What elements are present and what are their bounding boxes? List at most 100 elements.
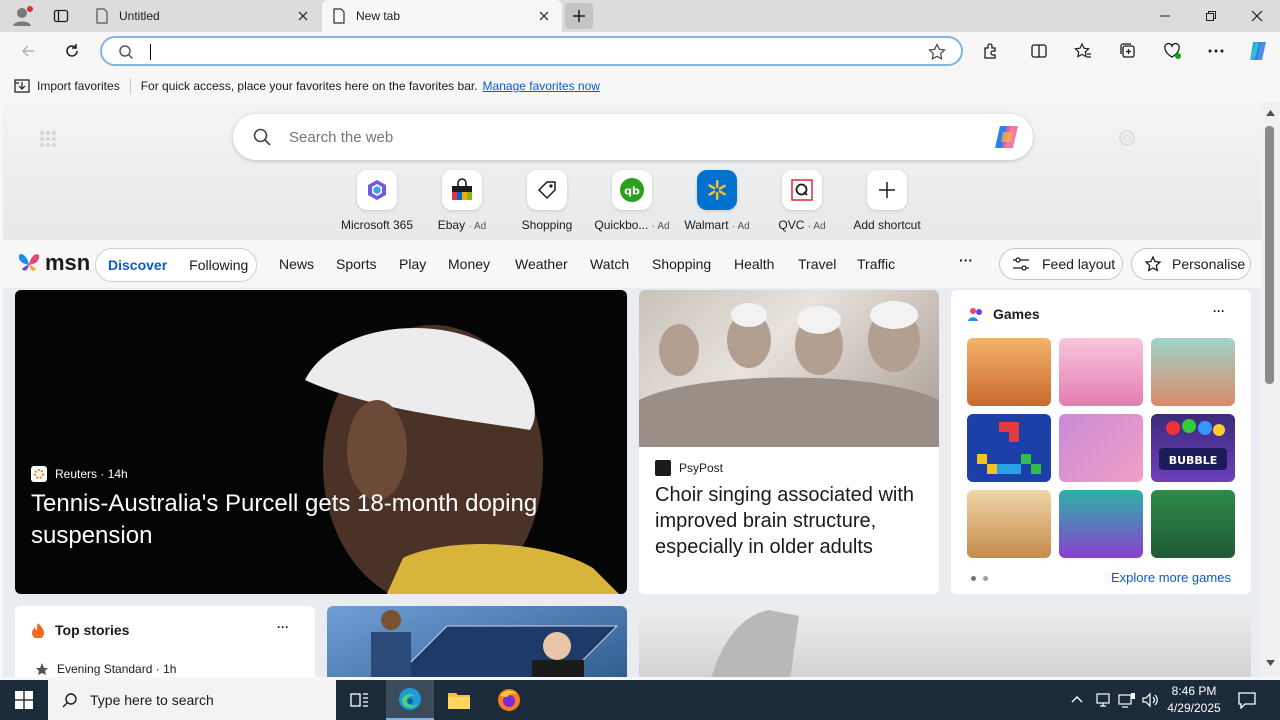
minimize-button[interactable] [1142, 0, 1188, 32]
restore-button[interactable] [1188, 0, 1234, 32]
story-title[interactable]: Tennis-Australia's Purcell gets 18-month… [31, 488, 591, 552]
firefox-icon[interactable] [485, 680, 533, 720]
game-tile[interactable]: BUBBLE [1151, 414, 1235, 482]
shortcut-qvc[interactable]: QVC · Ad [760, 170, 844, 232]
story-card-solar[interactable] [327, 606, 627, 677]
msn-wordmark: msn [45, 250, 91, 275]
settings-gear-icon[interactable] [1117, 128, 1137, 148]
web-search-box[interactable]: Search the web [233, 114, 1033, 160]
favorite-star-icon[interactable] [928, 43, 946, 61]
nav-sports[interactable]: Sports [336, 256, 376, 272]
nav-weather[interactable]: Weather [515, 256, 568, 272]
refresh-icon[interactable] [56, 35, 88, 67]
back-icon[interactable] [12, 35, 44, 67]
browser-essentials-icon[interactable] [1156, 35, 1188, 67]
task-view-icon[interactable] [336, 680, 384, 720]
import-favorites-button[interactable]: Import favorites [14, 79, 120, 93]
taskbar-search-placeholder: Type here to search [90, 692, 214, 708]
game-tile[interactable] [1151, 338, 1235, 406]
taskbar-search-box[interactable]: Type here to search [48, 680, 336, 720]
apps-launcher-icon[interactable] [39, 130, 57, 148]
shortcut-shopping[interactable]: Shopping [505, 170, 589, 232]
game-tile[interactable] [967, 490, 1051, 558]
hero-story-card[interactable]: Reuters · 14h Tennis-Australia's Purcell… [15, 290, 627, 594]
psypost-logo-icon [655, 460, 671, 476]
game-tile[interactable] [1059, 490, 1143, 558]
search-icon [118, 44, 134, 60]
game-tile[interactable] [1059, 338, 1143, 406]
tab-title: Untitled [119, 9, 160, 23]
system-clock[interactable]: 8:46 PM 4/29/2025 [1166, 683, 1222, 717]
extensions-icon[interactable] [975, 35, 1007, 67]
source-name: Evening Standard [57, 662, 153, 676]
nav-play[interactable]: Play [399, 256, 426, 272]
explore-more-games-link[interactable]: Explore more games [1111, 570, 1231, 585]
shortcut-quickbooks[interactable]: qb Quickbo... · Ad [590, 170, 674, 232]
game-tile[interactable] [1151, 490, 1235, 558]
start-button[interactable] [0, 680, 48, 720]
game-tile[interactable] [1059, 414, 1143, 482]
source-name: Reuters [55, 467, 98, 481]
story-image [371, 610, 619, 677]
address-bar[interactable] [100, 36, 963, 66]
reuters-logo-icon [31, 466, 47, 482]
volume-icon[interactable] [1142, 692, 1160, 708]
collections-icon[interactable] [1112, 35, 1144, 67]
carousel-dots[interactable] [971, 576, 988, 581]
more-options-icon[interactable] [1200, 35, 1232, 67]
game-tile[interactable] [967, 338, 1051, 406]
nav-money[interactable]: Money [448, 256, 490, 272]
nav-health[interactable]: Health [734, 256, 774, 272]
ad-label: · Ad [651, 221, 670, 232]
nav-watch[interactable]: Watch [590, 256, 629, 272]
story-source: PsyPost [655, 460, 723, 476]
device-icon[interactable] [1095, 692, 1111, 708]
split-screen-icon[interactable] [1023, 35, 1055, 67]
nav-traffic[interactable]: Traffic [857, 256, 895, 272]
close-tab-icon[interactable] [295, 8, 311, 24]
notifications-icon[interactable] [1238, 691, 1256, 709]
nav-shopping[interactable]: Shopping [652, 256, 711, 272]
network-icon[interactable] [1118, 692, 1136, 708]
story-card[interactable]: PsyPost Choir singing associated with im… [639, 290, 939, 594]
games-header: Games [967, 306, 1040, 322]
following-tab[interactable]: Following [189, 257, 248, 273]
discover-tab[interactable]: Discover [108, 257, 167, 273]
tab-new-tab[interactable]: New tab [322, 0, 562, 32]
manage-favorites-link[interactable]: Manage favorites now [483, 79, 600, 93]
shortcut-microsoft-365[interactable]: Microsoft 365 [335, 170, 419, 232]
shortcut-ebay[interactable]: Ebay · Ad [420, 170, 504, 232]
tab-untitled[interactable]: Untitled [85, 0, 321, 32]
shortcut-walmart[interactable]: Walmart · Ad [675, 170, 759, 232]
story-time: · 1h [155, 662, 177, 676]
profile-icon[interactable] [8, 4, 36, 28]
copilot-icon[interactable] [1242, 35, 1274, 67]
ad-label: · Ad [807, 221, 826, 232]
favorites-icon[interactable] [1067, 35, 1099, 67]
feed-layout-button[interactable]: Feed layout [999, 248, 1123, 280]
show-hidden-icons-chevron-icon[interactable] [1070, 692, 1084, 706]
nav-travel[interactable]: Travel [798, 256, 836, 272]
add-shortcut-button[interactable]: Add shortcut [845, 170, 929, 232]
nav-news[interactable]: News [279, 256, 314, 272]
copilot-icon[interactable] [991, 122, 1023, 152]
games-more-button[interactable]: ··· [1213, 304, 1225, 318]
story-card-wide[interactable] [639, 606, 1251, 677]
personalise-button[interactable]: Personalise [1131, 248, 1251, 280]
address-input[interactable] [148, 42, 908, 62]
nav-more-button[interactable]: ··· [959, 252, 973, 268]
close-tab-icon[interactable] [536, 8, 552, 24]
sliders-icon [1012, 256, 1030, 272]
msn-logo[interactable]: msn [16, 250, 90, 276]
story-title[interactable]: Choir singing associated with improved b… [655, 482, 931, 560]
edge-taskbar-icon[interactable] [386, 680, 434, 720]
tab-actions-icon[interactable] [48, 4, 74, 28]
top-stories-more-button[interactable]: ··· [277, 620, 289, 634]
scrollbar-thumb[interactable] [1265, 126, 1274, 384]
quickbooks-icon: qb [612, 170, 652, 210]
close-window-button[interactable] [1234, 0, 1280, 32]
plus-icon [867, 170, 907, 210]
new-tab-button[interactable] [565, 3, 593, 29]
game-tile[interactable] [967, 414, 1051, 482]
file-explorer-icon[interactable] [435, 680, 483, 720]
